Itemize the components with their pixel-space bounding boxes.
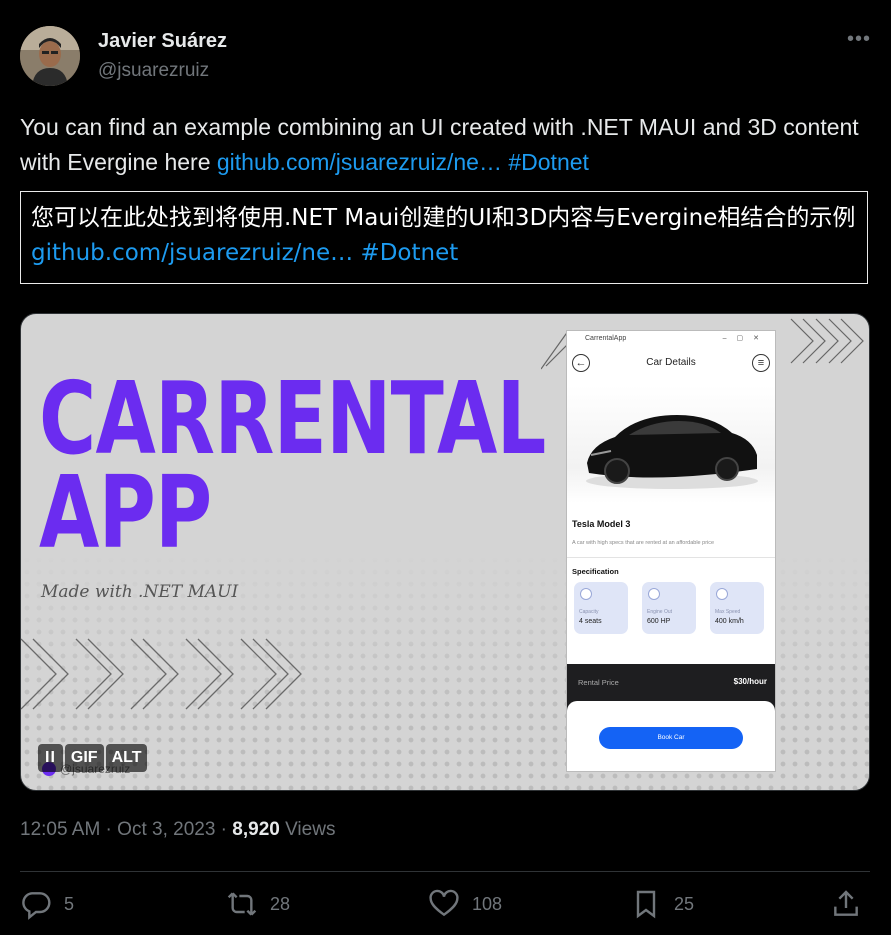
bookmark-count: 25 [674, 893, 695, 914]
bookmark-icon [636, 890, 656, 919]
book-car-button: Book Car [599, 727, 743, 749]
spec-value: 600 HP [647, 618, 671, 625]
phone-window-title: CarrentalApp [585, 335, 627, 342]
phone-window-titlebar: CarrentalApp –▢✕ [567, 331, 775, 347]
phone-mockup: CarrentalApp –▢✕ ← Car Details ≡ Tesla M… [566, 330, 776, 772]
media-title-line1: CARRENTAL [39, 360, 546, 477]
avatar-image [20, 26, 80, 86]
reply-button[interactable]: 5 [20, 888, 74, 920]
chevron-pattern-bottom [21, 638, 302, 710]
spec-value: 400 km/h [715, 618, 744, 625]
window-controls-icon: –▢✕ [722, 335, 769, 342]
media-subtitle: Made with .NET MAUI [41, 582, 239, 602]
car-model: Tesla Model 3 [572, 519, 631, 529]
engine-icon [648, 588, 660, 600]
tweet-link[interactable]: github.com/jsuarezruiz/ne… [217, 149, 502, 175]
media-gif[interactable]: CARRENTAL APP Made with .NET MAUI Carren… [20, 313, 870, 791]
book-panel: Book Car [567, 701, 775, 771]
avatar[interactable] [20, 26, 80, 86]
spec-title: Specification [572, 567, 619, 576]
views-count: 8,920 [232, 819, 280, 840]
action-bar: 5 28 108 25 [20, 888, 870, 928]
translation-box: 您可以在此处找到将使用.NET Maui创建的UI和3D内容与Evergine相… [20, 191, 868, 284]
car-render [567, 385, 775, 503]
repost-icon [227, 892, 257, 916]
like-button[interactable]: 108 [428, 888, 502, 920]
tweet-header: Javier Suárez @jsuarezruiz ••• [20, 26, 871, 86]
tweet-text: You can find an example combining an UI … [20, 110, 870, 180]
translation-hashtag[interactable]: #Dotnet [360, 240, 458, 266]
timestamp[interactable]: 12:05 AM · Oct 3, 2023 · [20, 819, 232, 840]
rental-label: Rental Price [578, 678, 619, 687]
reply-icon [22, 892, 51, 920]
tweet-meta: 12:05 AM · Oct 3, 2023 · 8,920 Views [20, 819, 335, 841]
spec-card: Engine Out 600 HP [642, 582, 696, 634]
hashtag-link[interactable]: #Dotnet [508, 149, 589, 175]
car-image [586, 415, 758, 489]
bookmark-button[interactable]: 25 [630, 888, 694, 920]
gif-badge: GIF [64, 744, 104, 772]
author-name[interactable]: Javier Suárez [98, 30, 227, 53]
car-description: A car with high specs that are rented at… [572, 540, 715, 546]
translation-link[interactable]: github.com/jsuarezruiz/ne… [31, 240, 353, 266]
phone-nav-bar: ← Car Details ≡ [567, 347, 775, 385]
spec-label: Engine Out [647, 609, 673, 615]
divider [20, 871, 870, 872]
phone-page-title: Car Details [646, 357, 696, 368]
repost-count: 28 [270, 893, 291, 914]
translation-text: 您可以在此处找到将使用.NET Maui创建的UI和3D内容与Evergine相… [31, 205, 856, 231]
media-title-line2: APP [39, 454, 212, 571]
alt-text-button[interactable]: ALT [105, 744, 148, 772]
menu-icon: ≡ [752, 354, 770, 372]
spec-label: Max Speed [715, 609, 741, 615]
spec-list: Capacity 4 seats Engine Out 600 HP Max S… [567, 576, 775, 634]
more-options-button[interactable]: ••• [847, 28, 871, 51]
spec-value: 4 seats [579, 618, 602, 625]
spec-card: Capacity 4 seats [574, 582, 628, 634]
rental-value: $30/hour [733, 677, 767, 686]
media-badges: II GIF ALT [38, 744, 148, 772]
like-count: 108 [472, 893, 503, 914]
speed-icon [716, 588, 728, 600]
reply-count: 5 [64, 893, 75, 914]
repost-button[interactable]: 28 [226, 888, 290, 920]
spec-label: Capacity [579, 609, 599, 615]
author-handle[interactable]: @jsuarezruiz [98, 60, 209, 82]
share-icon [834, 890, 858, 916]
heart-icon [429, 889, 459, 917]
share-button[interactable] [830, 888, 862, 920]
capacity-icon [580, 588, 592, 600]
views-label: Views [279, 819, 336, 840]
pause-button[interactable]: II [38, 744, 63, 772]
spec-card: Max Speed 400 km/h [710, 582, 764, 634]
media-title: CARRENTAL APP [39, 360, 546, 571]
